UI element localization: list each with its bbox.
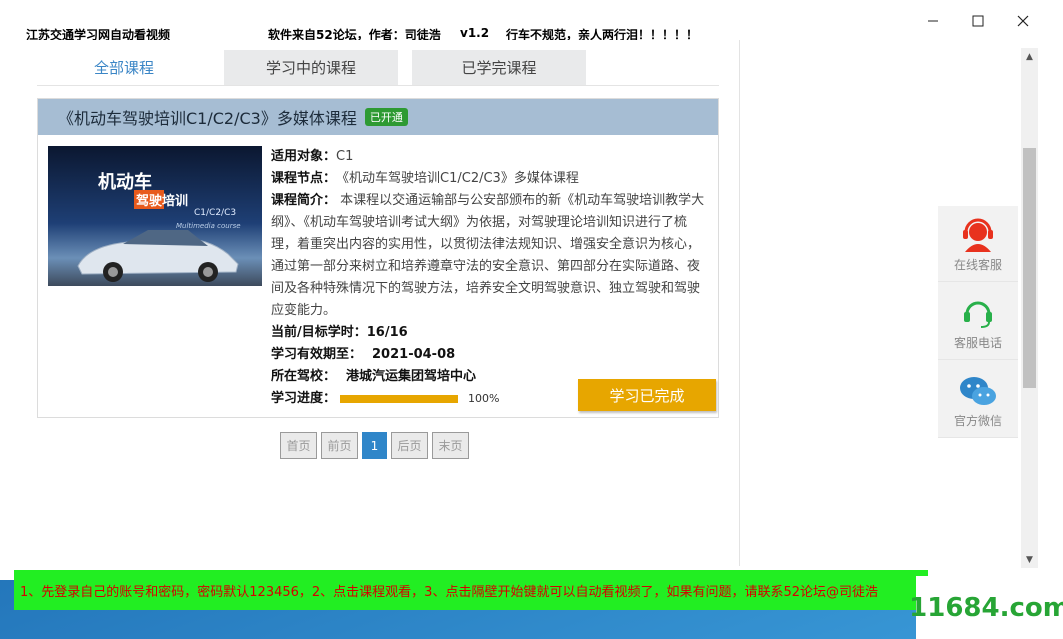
hours-row: 当前/目标学时： 16/16 — [271, 322, 709, 344]
minimize-button[interactable] — [913, 8, 953, 34]
app-window: 江苏交通学习网自动看视频 软件来自52论坛，作者：司徒浩 v1.2 行车不规范，… — [0, 0, 1063, 580]
node-row: 课程节点： 《机动车驾驶培训C1/C2/C3》多媒体课程 — [271, 168, 709, 190]
expire-value: 2021-04-08 — [372, 347, 456, 362]
official-wechat-button[interactable]: 官方微信 — [938, 362, 1018, 438]
school-label: 所在驾校： — [271, 369, 337, 384]
scroll-down-icon[interactable]: ▼ — [1021, 551, 1038, 568]
course-header[interactable]: 《机动车驾驶培训C1/C2/C3》多媒体课程 已开通 — [38, 99, 718, 135]
site-watermark: 11684.com — [909, 576, 1063, 639]
progress-percent: 100% — [468, 392, 500, 405]
node-value: 《机动车驾驶培训C1/C2/C3》多媒体课程 — [336, 171, 579, 186]
tab-all-courses[interactable]: 全部课程 — [37, 50, 211, 85]
thumb-english: Multimedia course — [176, 222, 241, 230]
wechat-icon — [960, 377, 996, 405]
minimize-icon — [928, 20, 938, 22]
thumb-grades: C1/C2/C3 — [194, 208, 237, 218]
expire-row: 学习有效期至： 2021-04-08 — [271, 344, 709, 366]
course-title[interactable]: 《机动车驾驶培训C1/C2/C3》多媒体课程 — [58, 105, 357, 129]
current-page-button[interactable]: 1 — [362, 432, 387, 459]
intro-text: 本课程以交通运输部与公安部颁布的新《机动车驾驶培训教学大纲》、《机动车驾驶培训考… — [271, 193, 705, 318]
thumb-subtitle: 驾驶培训 — [134, 190, 191, 209]
close-button[interactable] — [1003, 8, 1043, 34]
close-icon — [1017, 15, 1029, 27]
progress-fill — [340, 395, 459, 403]
tab-completed[interactable]: 已学完课程 — [412, 50, 586, 85]
official-wechat-label: 官方微信 — [953, 414, 1002, 428]
maximize-button[interactable] — [958, 8, 998, 34]
next-page-button[interactable]: 后页 — [391, 432, 428, 459]
hours-label: 当前/目标学时： — [271, 325, 367, 340]
title-bar: 江苏交通学习网自动看视频 软件来自52论坛，作者：司徒浩 v1.2 行车不规范，… — [0, 0, 1063, 42]
expire-label: 学习有效期至： — [271, 347, 363, 362]
audience-label: 适用对象： — [271, 149, 337, 164]
last-page-button[interactable]: 末页 — [432, 432, 469, 459]
online-service-label: 在线客服 — [953, 258, 1002, 272]
support-sidebar: 在线客服 客服电话 官方微信 — [938, 206, 1018, 438]
version-label: v1.2 — [460, 26, 490, 40]
headset-agent-icon — [963, 218, 993, 252]
scroll-thumb[interactable] — [1023, 148, 1036, 388]
progress-label: 学习进度： — [271, 391, 337, 406]
service-phone-button[interactable]: 客服电话 — [938, 284, 1018, 360]
intro-label: 课程简介： — [271, 193, 337, 208]
maximize-icon — [972, 15, 984, 27]
instructions-banner: 1、先登录自己的账号和密码，密码默认123456，2、点击课程观看，3、点击隔壁… — [14, 570, 928, 610]
audience-value: C1 — [336, 149, 354, 164]
vertical-scrollbar[interactable]: ▲ ▼ — [1021, 48, 1038, 568]
first-page-button[interactable]: 首页 — [280, 432, 317, 459]
course-card: 《机动车驾驶培训C1/C2/C3》多媒体课程 已开通 机动车 驾驶培训 C1/C… — [37, 98, 719, 418]
hours-value: 16/16 — [366, 325, 408, 340]
pagination: 首页 前页 1 后页 末页 — [280, 432, 469, 459]
status-badge: 已开通 — [364, 108, 408, 126]
tab-in-progress[interactable]: 学习中的课程 — [224, 50, 398, 85]
course-panel: 全部课程 学习中的课程 已学完课程 《机动车驾驶培训C1/C2/C3》多媒体课程… — [0, 40, 740, 566]
prev-page-button[interactable]: 前页 — [321, 432, 358, 459]
service-phone-label: 客服电话 — [953, 336, 1002, 350]
school-value: 港城汽运集团驾培中心 — [346, 369, 477, 384]
audience-row: 适用对象： C1 — [271, 146, 709, 168]
node-label: 课程节点： — [271, 171, 337, 186]
progress-bar — [340, 395, 459, 403]
scroll-up-icon[interactable]: ▲ — [1021, 48, 1038, 65]
phone-headset-icon — [964, 301, 992, 328]
intro-block: 课程简介： 本课程以交通运输部与公安部颁布的新《机动车驾驶培训教学大纲》、《机动… — [271, 190, 709, 322]
study-complete-button[interactable]: 学习已完成 — [578, 379, 716, 411]
online-service-button[interactable]: 在线客服 — [938, 206, 1018, 282]
course-thumbnail[interactable]: 机动车 驾驶培训 C1/C2/C3 Multimedia course — [48, 146, 262, 286]
course-details: 适用对象： C1 课程节点： 《机动车驾驶培训C1/C2/C3》多媒体课程 课程… — [271, 146, 709, 410]
course-tabs: 全部课程 学习中的课程 已学完课程 — [37, 50, 719, 86]
